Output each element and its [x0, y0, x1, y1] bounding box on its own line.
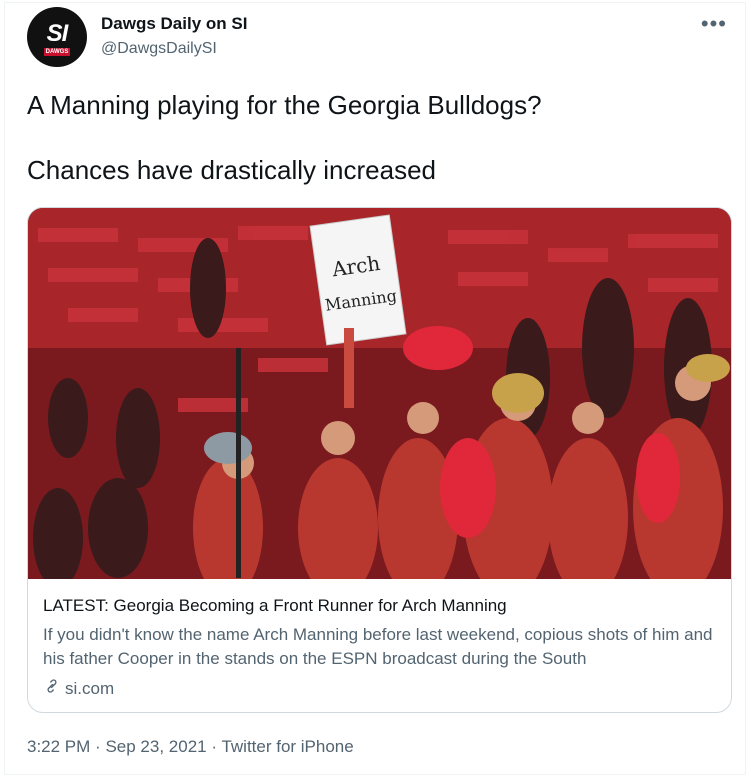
tweet-text: A Manning playing for the Georgia Bulldo…	[27, 89, 727, 186]
display-name[interactable]: Dawgs Daily on SI	[101, 14, 247, 34]
link-description: If you didn't know the name Arch Manning…	[43, 625, 713, 668]
tweet-text-line: Chances have drastically increased	[27, 155, 436, 185]
tweet-meta: 3:22 PM · Sep 23, 2021 · Twitter for iPh…	[27, 737, 354, 757]
avatar[interactable]: SI DAWGS	[27, 7, 87, 67]
more-options-icon[interactable]: •••	[701, 11, 727, 37]
link-domain[interactable]: si.com	[43, 677, 114, 700]
link-domain-text: si.com	[65, 678, 115, 698]
link-icon	[43, 677, 61, 700]
avatar-logo-text: SI	[46, 20, 69, 47]
link-title[interactable]: LATEST: Georgia Becoming a Front Runner …	[43, 596, 507, 616]
link-preview-card[interactable]: Arch Manning LATEST: Georgia Becoming a …	[27, 207, 732, 713]
meta-separator: ·	[95, 737, 101, 756]
tweet-date[interactable]: Sep 23, 2021	[105, 737, 206, 756]
tweet-time[interactable]: 3:22 PM	[27, 737, 90, 756]
link-preview-image[interactable]: Arch Manning	[28, 208, 731, 579]
tweet-text-line: A Manning playing for the Georgia Bulldo…	[27, 90, 542, 120]
tweet-source[interactable]: Twitter for iPhone	[221, 737, 353, 756]
tweet-card: SI DAWGS Dawgs Daily on SI @DawgsDailySI…	[4, 2, 746, 775]
meta-separator: ·	[211, 737, 218, 756]
avatar-logo-subtext: DAWGS	[44, 48, 70, 56]
user-handle[interactable]: @DawgsDailySI	[101, 40, 217, 58]
stadium-photo: Arch Manning	[28, 208, 731, 579]
